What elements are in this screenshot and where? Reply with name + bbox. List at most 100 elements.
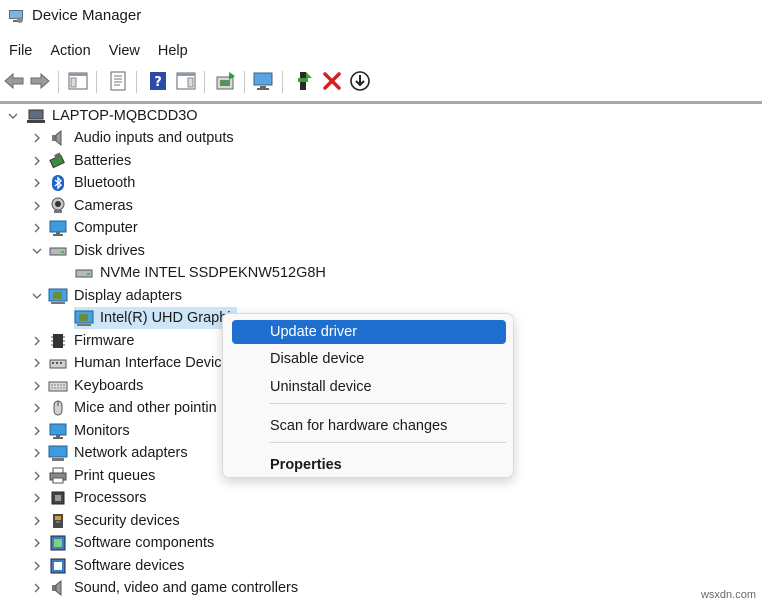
tree-category-item[interactable]: Software components: [30, 532, 220, 554]
chevron-right-icon[interactable]: [30, 330, 44, 352]
tree-item-content[interactable]: Batteries: [48, 150, 137, 172]
tree-item-label: Bluetooth: [74, 175, 136, 191]
tree-item-content[interactable]: Print queues: [48, 465, 161, 487]
chevron-down-icon[interactable]: [30, 285, 44, 307]
chevron-right-icon[interactable]: [30, 127, 44, 149]
tree-item-content[interactable]: Keyboards: [48, 375, 149, 397]
menu-help[interactable]: Help: [149, 38, 197, 64]
battery-icon: [48, 151, 68, 171]
tree-item-content[interactable]: Human Interface Devic: [48, 352, 227, 374]
properties-icon[interactable]: [106, 69, 130, 93]
enable-device-icon[interactable]: [292, 69, 316, 93]
chevron-right-icon[interactable]: [30, 397, 44, 419]
back-icon[interactable]: [2, 69, 26, 93]
menu-bar: File Action View Help: [0, 38, 197, 64]
tree-category-item[interactable]: Mice and other pointin: [30, 397, 223, 419]
speaker-icon: [48, 128, 68, 148]
tree-category-item[interactable]: Disk drives: [30, 240, 151, 262]
update-driver-icon[interactable]: [214, 69, 238, 93]
chevron-right-icon[interactable]: [30, 577, 44, 599]
tree-category-item[interactable]: Processors: [30, 487, 153, 509]
tree-category-item[interactable]: Monitors: [30, 420, 136, 442]
chevron-right-icon[interactable]: [30, 375, 44, 397]
help-icon[interactable]: ?: [146, 69, 170, 93]
tree-category-item[interactable]: Audio inputs and outputs: [30, 127, 240, 149]
disk-icon: [48, 241, 68, 261]
tree-item-content[interactable]: Security devices: [48, 510, 186, 532]
chevron-right-icon[interactable]: [30, 510, 44, 532]
tree-item-content[interactable]: Cameras: [48, 195, 139, 217]
menu-item-uninstall-device[interactable]: Uninstall device: [232, 375, 506, 399]
mouse-icon: [48, 398, 68, 418]
tree-item-content[interactable]: Computer: [48, 217, 144, 239]
chevron-right-icon[interactable]: [30, 442, 44, 464]
tree-category-item[interactable]: Security devices: [30, 510, 186, 532]
scan-hardware-icon[interactable]: [252, 69, 276, 93]
tree-item-content[interactable]: Disk drives: [48, 240, 151, 262]
tree-root[interactable]: LAPTOP-MQBCDD3O: [6, 105, 198, 127]
menu-action[interactable]: Action: [41, 38, 99, 64]
chevron-right-icon[interactable]: [30, 555, 44, 577]
chevron-right-icon[interactable]: [30, 420, 44, 442]
tree-category-item[interactable]: Firmware: [30, 330, 140, 352]
software-component-icon: [48, 533, 68, 553]
download-icon[interactable]: [348, 69, 372, 93]
tree-item-label: Intel(R) UHD Graphi: [100, 310, 231, 326]
chevron-down-icon[interactable]: [6, 105, 20, 127]
tree-item-content[interactable]: NVMe INTEL SSDPEKNW512G8H: [74, 262, 332, 284]
chevron-right-icon[interactable]: [30, 172, 44, 194]
tree-item-content[interactable]: Network adapters: [48, 442, 194, 464]
menu-file[interactable]: File: [0, 38, 41, 64]
chevron-right-icon[interactable]: [30, 150, 44, 172]
tree-category-item[interactable]: Computer: [30, 217, 144, 239]
tree-item-content[interactable]: Monitors: [48, 420, 136, 442]
processor-icon: [48, 488, 68, 508]
menu-item-properties[interactable]: Properties: [232, 453, 506, 477]
show-hide-console-tree-icon[interactable]: [66, 69, 90, 93]
tree-category-item[interactable]: Cameras: [30, 195, 139, 217]
monitor-icon: [48, 218, 68, 238]
security-icon: [48, 511, 68, 531]
tree-item-content[interactable]: Processors: [48, 487, 153, 509]
tree-device-item[interactable]: NVMe INTEL SSDPEKNW512G8H: [74, 262, 332, 284]
tree-category-item[interactable]: Keyboards: [30, 375, 149, 397]
tree-item-content[interactable]: Intel(R) UHD Graphi: [74, 307, 237, 329]
tree-item-content[interactable]: Firmware: [48, 330, 140, 352]
tree-item-content[interactable]: Software devices: [48, 555, 190, 577]
tree-root-label: LAPTOP-MQBCDD3O: [52, 108, 198, 124]
printer-icon: [48, 466, 68, 486]
chevron-right-icon[interactable]: [30, 217, 44, 239]
tree-item-label: Firmware: [74, 332, 135, 349]
menu-item-scan-hardware[interactable]: Scan for hardware changes: [232, 414, 506, 438]
tree-category-item[interactable]: Print queues: [30, 465, 161, 487]
tree-category-item[interactable]: Human Interface Devic: [30, 352, 227, 374]
tree-item-content[interactable]: Bluetooth: [48, 172, 141, 194]
software-device-icon: [48, 556, 68, 576]
tree-item-content[interactable]: Display adapters: [48, 285, 188, 307]
forward-icon[interactable]: [28, 69, 52, 93]
tree-item-content[interactable]: Sound, video and game controllers: [48, 577, 304, 599]
menu-item-update-driver[interactable]: Update driver: [232, 320, 506, 344]
tree-category-item[interactable]: Network adapters: [30, 442, 194, 464]
tree-item-content[interactable]: Audio inputs and outputs: [48, 127, 240, 149]
chevron-right-icon[interactable]: [30, 487, 44, 509]
tree-item-content[interactable]: Mice and other pointin: [48, 397, 223, 419]
tree-device-item[interactable]: Intel(R) UHD Graphi: [74, 307, 237, 329]
tree-category-item[interactable]: Display adapters: [30, 285, 188, 307]
menu-separator: [269, 442, 506, 443]
tree-category-item[interactable]: Sound, video and game controllers: [30, 577, 304, 599]
tree-category-item[interactable]: Bluetooth: [30, 172, 141, 194]
uninstall-icon[interactable]: [320, 69, 344, 93]
chevron-right-icon[interactable]: [30, 465, 44, 487]
chevron-right-icon[interactable]: [30, 532, 44, 554]
chevron-right-icon[interactable]: [30, 195, 44, 217]
tree-category-item[interactable]: Batteries: [30, 150, 137, 172]
chevron-down-icon[interactable]: [30, 240, 44, 262]
action-pane-icon[interactable]: [174, 69, 198, 93]
tree-category-item[interactable]: Software devices: [30, 555, 190, 577]
menu-view[interactable]: View: [100, 38, 149, 64]
chevron-right-icon[interactable]: [30, 352, 44, 374]
title-bar: Device Manager: [0, 0, 762, 34]
menu-item-disable-device[interactable]: Disable device: [232, 347, 506, 371]
tree-item-content[interactable]: Software components: [48, 532, 220, 554]
